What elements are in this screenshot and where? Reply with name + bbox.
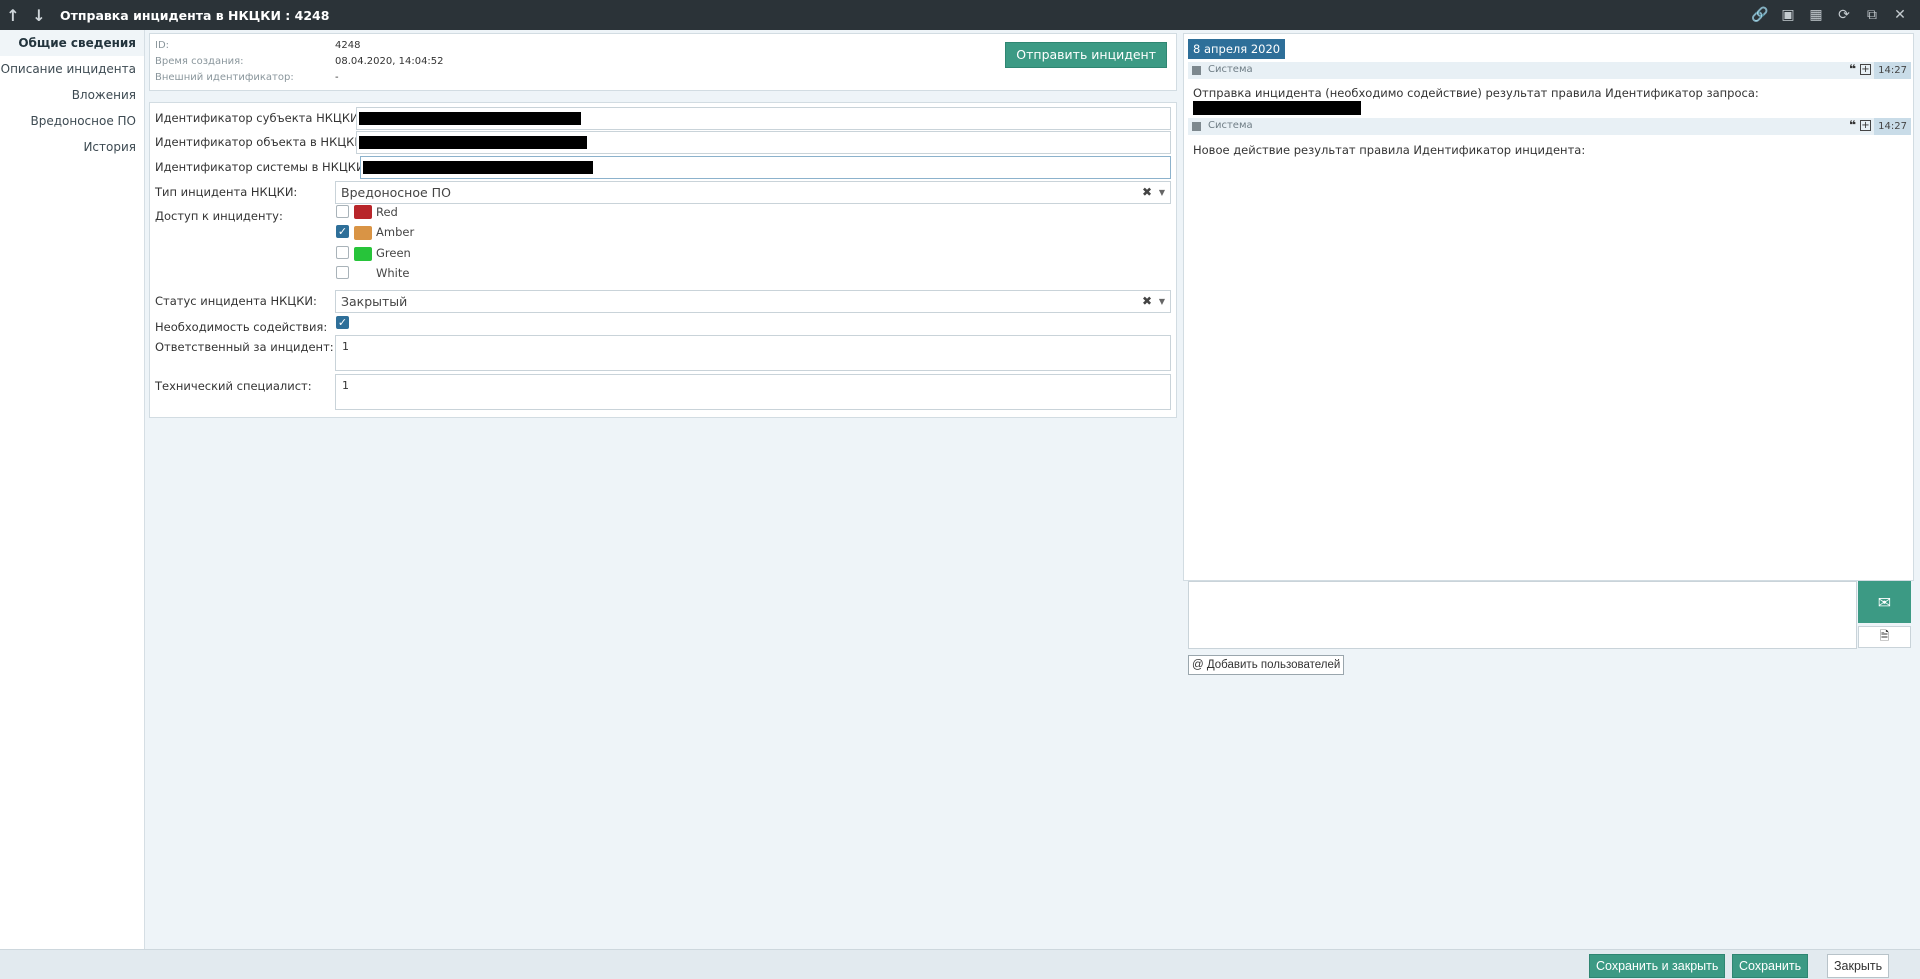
info-panel: ID: 4248 Время создания: 08.04.2020, 14:04… <box>149 33 1177 91</box>
send-message-icon: ✉ <box>1877 592 1892 612</box>
object-id-label: Идентификатор объекта в НКЦКИ: <box>155 135 367 149</box>
camera-icon[interactable]: ▦ <box>1802 0 1830 30</box>
arrow-down-icon[interactable]: ↓ <box>26 0 52 30</box>
quote-icon[interactable]: ❝ <box>1849 118 1856 132</box>
responsible-field[interactable]: 1 <box>335 335 1171 371</box>
message-author: Система <box>1208 64 1253 75</box>
system-icon <box>1192 122 1201 131</box>
redacted-value <box>363 161 593 174</box>
access-label: Доступ к инциденту: <box>155 209 283 223</box>
file-icon: 🗎 <box>1879 628 1890 643</box>
message-time: 14:27 <box>1874 62 1911 79</box>
created-value: 08.04.2020, 14:04:52 <box>335 56 444 67</box>
tlp-red-checkbox[interactable] <box>336 205 349 218</box>
send-message-button[interactable]: ✉ <box>1858 581 1911 623</box>
message-header: Система ❝ + 14:27 <box>1188 62 1911 79</box>
clear-x-icon[interactable]: ✖ <box>1142 291 1152 312</box>
redacted-value <box>359 112 581 125</box>
tech-specialist-label: Технический специалист: <box>155 379 312 393</box>
subject-id-input[interactable] <box>356 107 1171 130</box>
tlp-red-label: Red <box>376 205 398 219</box>
incident-type-label: Тип инцидента НКЦКИ: <box>155 185 298 199</box>
tlp-red-swatch <box>354 205 372 219</box>
assistance-checkbox[interactable]: ✓ <box>336 316 349 329</box>
tlp-amber-checkbox[interactable]: ✓ <box>336 225 349 238</box>
arrow-up-icon[interactable]: ↑ <box>0 0 26 30</box>
save-and-close-button[interactable]: Сохранить и закрыть <box>1589 954 1726 978</box>
refresh-icon[interactable]: ⟳ <box>1830 0 1858 30</box>
caret-down-icon[interactable]: ▼ <box>1159 182 1165 203</box>
quote-icon[interactable]: ❝ <box>1849 62 1856 76</box>
comment-input[interactable] <box>1188 581 1857 649</box>
plus-icon[interactable]: + <box>1860 120 1871 131</box>
attach-file-button[interactable]: 🗎 <box>1858 626 1911 648</box>
add-users-button[interactable]: @ Добавить пользователей <box>1188 655 1345 675</box>
created-label: Время создания: <box>155 56 244 67</box>
sidebar-item-attachments[interactable]: Вложения <box>0 82 144 108</box>
form-panel: Идентификатор субъекта НКЦКИ: Идентифика… <box>149 102 1177 418</box>
external-id-value: - <box>335 72 339 83</box>
system-icon <box>1192 66 1201 75</box>
sidebar-item-general[interactable]: Общие сведения <box>0 30 144 56</box>
tlp-amber-label: Amber <box>376 225 415 239</box>
tlp-green-swatch <box>354 247 372 261</box>
sidebar-item-history[interactable]: История <box>0 134 144 160</box>
redacted-value <box>359 136 587 149</box>
responsible-label: Ответственный за инцидент: <box>155 340 334 354</box>
tlp-white-label: White <box>376 266 410 280</box>
tlp-amber-swatch <box>354 226 372 240</box>
object-id-input[interactable] <box>356 131 1171 154</box>
message-header: Система ❝ + 14:27 <box>1188 118 1911 135</box>
tech-specialist-field[interactable]: 1 <box>335 374 1171 410</box>
message-time: 14:27 <box>1874 118 1911 135</box>
plus-icon[interactable]: + <box>1860 64 1871 75</box>
status-label: Статус инцидента НКЦКИ: <box>155 294 317 308</box>
system-id-label: Идентификатор системы в НКЦКИ: <box>155 160 369 174</box>
id-label: ID: <box>155 40 170 51</box>
system-id-input[interactable] <box>360 156 1171 179</box>
sidebar-item-malware[interactable]: Вредоносное ПО <box>0 108 144 134</box>
info-created-row: Время создания: 08.04.2020, 14:04:52 <box>155 56 444 67</box>
close-icon[interactable]: ✕ <box>1886 0 1914 30</box>
sidebar: Общие сведения Описание инцидента Вложен… <box>0 30 145 949</box>
clear-x-icon[interactable]: ✖ <box>1142 182 1152 203</box>
send-incident-button[interactable]: Отправить инцидент <box>1005 42 1167 68</box>
info-external-row: Внешний идентификатор: - <box>155 72 339 83</box>
restore-window-icon[interactable]: ⧉ <box>1858 0 1886 30</box>
close-button[interactable]: Закрыть <box>1827 954 1890 978</box>
window-toolbar: 🔗 ▣ ▦ ⟳ ⧉ ✕ <box>1746 0 1914 30</box>
incident-type-value: Вредоносное ПО <box>341 185 451 200</box>
subject-id-label: Идентификатор субъекта НКЦКИ: <box>155 111 363 125</box>
tlp-green-label: Green <box>376 246 411 260</box>
link-icon[interactable]: 🔗 <box>1746 0 1774 30</box>
message-text: Новое действие результат правила Идентиф… <box>1193 143 1586 157</box>
status-value: Закрытый <box>341 294 408 309</box>
message-author: Система <box>1208 120 1253 131</box>
screenshot-icon[interactable]: ▣ <box>1774 0 1802 30</box>
status-select[interactable]: Закрытый ✖ ▼ <box>335 290 1171 313</box>
id-value: 4248 <box>335 40 361 51</box>
activity-feed: 8 апреля 2020 Система ❝ + 14:27 Отправка… <box>1183 33 1914 581</box>
caret-down-icon[interactable]: ▼ <box>1159 291 1165 312</box>
message-body: Отправка инцидента (необходимо содействи… <box>1193 86 1759 100</box>
footer-bar: Сохранить и закрыть Сохранить Закрыть <box>0 949 1920 979</box>
redacted-value <box>1193 100 1361 115</box>
sidebar-item-description[interactable]: Описание инцидента <box>0 56 144 82</box>
tlp-green-checkbox[interactable] <box>336 246 349 259</box>
info-id-row: ID: 4248 <box>155 40 360 51</box>
window-titlebar: ↑ ↓ Отправка инцидента в НКЦКИ : 4248 🔗 … <box>0 0 1920 30</box>
window-title: Отправка инцидента в НКЦКИ : 4248 <box>60 7 330 23</box>
tlp-white-checkbox[interactable] <box>336 266 349 279</box>
external-id-label: Внешний идентификатор: <box>155 72 294 83</box>
incident-type-select[interactable]: Вредоносное ПО ✖ ▼ <box>335 181 1171 204</box>
assistance-label: Необходимость содействия: <box>155 320 328 334</box>
date-badge: 8 апреля 2020 <box>1188 39 1286 59</box>
save-button[interactable]: Сохранить <box>1732 954 1809 978</box>
